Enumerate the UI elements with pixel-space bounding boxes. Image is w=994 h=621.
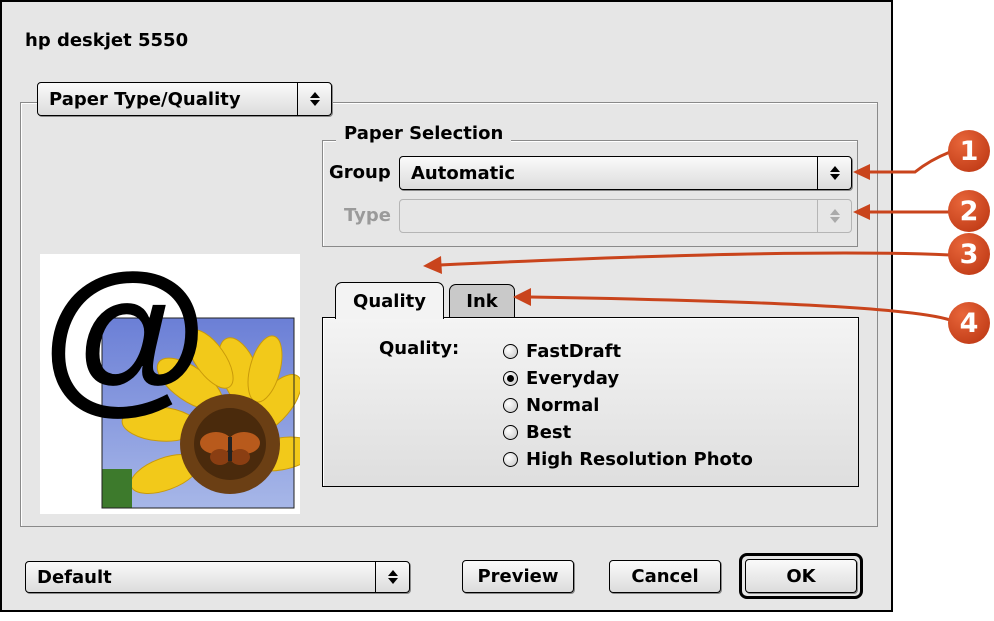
group-label: Group: [329, 162, 391, 183]
group-popup-value: Automatic: [411, 163, 516, 184]
ok-button[interactable]: OK: [745, 559, 857, 593]
radio-button-icon[interactable]: [503, 425, 518, 440]
ok-button-label: OK: [786, 565, 816, 587]
radio-best-label: Best: [526, 422, 572, 443]
paper-selection-title: Paper Selection: [336, 123, 512, 144]
quality-label: Quality:: [379, 338, 460, 359]
type-popup[interactable]: [399, 199, 852, 233]
type-label: Type: [344, 205, 391, 226]
radio-button-icon[interactable]: [503, 344, 518, 359]
quality-radio-group: FastDraft Everyday Normal Best High Reso…: [503, 338, 753, 473]
sunflower-photo: @: [42, 254, 300, 509]
tab-ink-label: Ink: [466, 291, 498, 312]
callout-badge-4: 4: [948, 302, 990, 344]
radio-fastdraft[interactable]: FastDraft: [503, 338, 753, 365]
panel-selector-label: Paper Type/Quality: [49, 89, 241, 110]
callout-badge-3: 3: [948, 233, 990, 275]
radio-high-resolution-photo[interactable]: High Resolution Photo: [503, 446, 753, 473]
preview-button-label: Preview: [477, 566, 559, 587]
callout-badge-1: 1: [948, 130, 990, 172]
popup-arrows-icon: [817, 157, 851, 189]
group-popup[interactable]: Automatic: [399, 156, 852, 190]
print-dialog: hp deskjet 5550 Paper Type/Quality Paper…: [0, 0, 893, 612]
tab-quality-label: Quality: [353, 290, 426, 312]
radio-button-icon[interactable]: [503, 398, 518, 413]
quality-tab-panel: Quality: FastDraft Everyday Normal Best …: [322, 317, 859, 487]
radio-normal-label: Normal: [526, 395, 600, 416]
popup-arrows-icon: [817, 200, 851, 232]
radio-high-resolution-photo-label: High Resolution Photo: [526, 449, 753, 470]
tab-quality[interactable]: Quality: [335, 282, 444, 319]
settings-preset-value: Default: [37, 567, 112, 588]
panel-selector-popup[interactable]: Paper Type/Quality: [37, 82, 332, 116]
popup-arrows-icon: [297, 83, 331, 115]
radio-fastdraft-label: FastDraft: [526, 341, 622, 362]
print-preview-image: @: [40, 254, 300, 514]
cancel-button[interactable]: Cancel: [609, 560, 721, 593]
dialog-title: hp deskjet 5550: [25, 30, 189, 51]
radio-button-icon[interactable]: [503, 452, 518, 467]
radio-normal[interactable]: Normal: [503, 392, 753, 419]
callout-badge-2: 2: [948, 190, 990, 232]
radio-everyday-label: Everyday: [526, 368, 620, 389]
radio-button-selected-icon[interactable]: [503, 371, 518, 386]
radio-best[interactable]: Best: [503, 419, 753, 446]
tab-ink[interactable]: Ink: [449, 284, 515, 318]
preview-button[interactable]: Preview: [462, 560, 574, 593]
popup-arrows-icon: [375, 562, 409, 592]
radio-everyday[interactable]: Everyday: [503, 365, 753, 392]
cancel-button-label: Cancel: [631, 566, 699, 587]
settings-preset-popup[interactable]: Default: [25, 561, 410, 593]
at-symbol-glyph: @: [42, 254, 208, 429]
